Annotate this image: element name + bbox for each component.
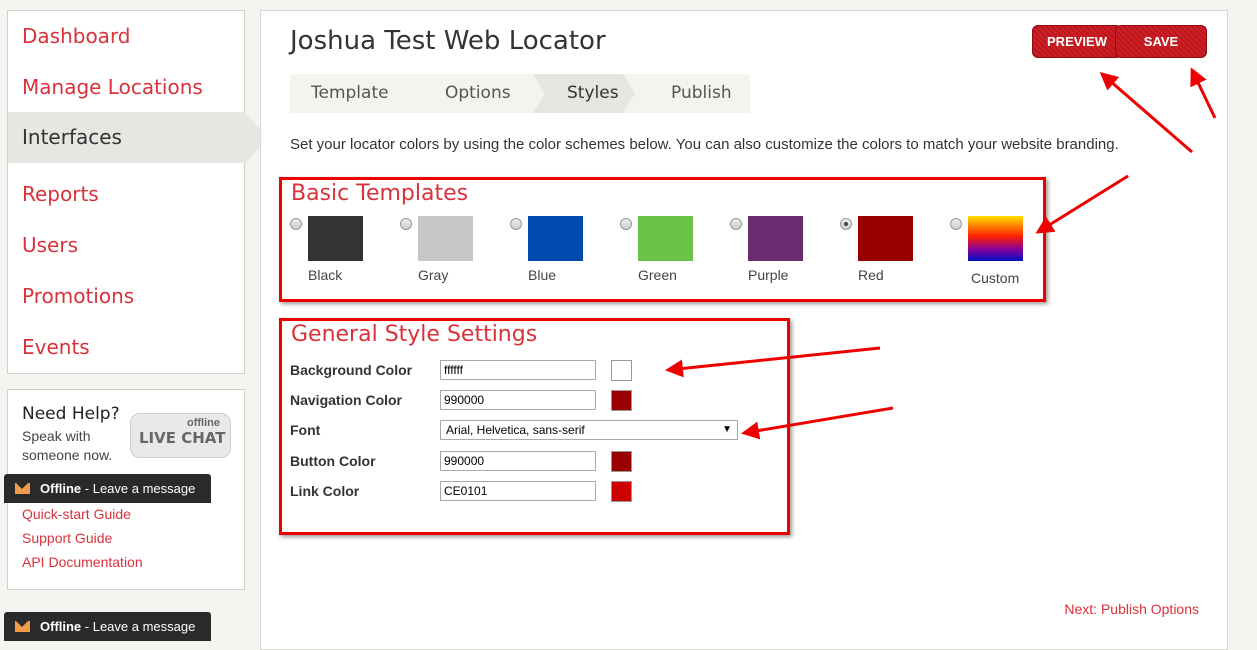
help-subtitle: Speak with someone now. <box>22 428 113 463</box>
radio[interactable] <box>620 218 632 230</box>
template-label: Gray <box>418 267 449 283</box>
swatch <box>968 216 1023 261</box>
radio[interactable] <box>510 218 522 230</box>
sidebar-item-interfaces[interactable]: Interfaces <box>8 112 269 164</box>
main-panel: Joshua Test Web Locator PREVIEW SAVE Tem… <box>260 10 1228 650</box>
font-select[interactable]: Arial, Helvetica, sans-serif ▼ <box>440 420 738 440</box>
step-template[interactable]: Template <box>311 74 389 113</box>
offline-status: Offline <box>40 619 82 634</box>
chat-label: LIVE CHAT <box>139 429 226 447</box>
sidebar-item-users[interactable]: Users <box>8 220 244 271</box>
sidebar-item-reports[interactable]: Reports <box>8 169 244 220</box>
api-documentation-link[interactable]: API Documentation <box>22 554 143 570</box>
label: Background Color <box>290 362 413 378</box>
save-button[interactable]: SAVE <box>1115 25 1207 58</box>
link-color-input[interactable] <box>440 481 596 501</box>
offline-status: Offline <box>40 481 82 496</box>
sidebar-item-events[interactable]: Events <box>8 322 244 373</box>
step-publish[interactable]: Publish <box>671 74 732 113</box>
preview-button[interactable]: PREVIEW <box>1032 25 1122 58</box>
label: Link Color <box>290 483 360 499</box>
button-color-input[interactable] <box>440 451 596 471</box>
step-options[interactable]: Options <box>445 74 511 113</box>
swatch <box>858 216 913 261</box>
radio[interactable] <box>730 218 742 230</box>
live-chat-button[interactable]: offline LIVE CHAT <box>130 413 231 458</box>
color-swatch[interactable] <box>611 481 632 502</box>
template-label: Purple <box>748 267 789 283</box>
template-label: Custom <box>971 270 1020 286</box>
sidebar-nav: Dashboard Manage Locations Interfaces Re… <box>7 10 269 374</box>
basic-templates-section: Basic Templates Black Gray Blue Green Pu… <box>279 177 1046 302</box>
general-style-settings-section: General Style Settings Background Color … <box>279 318 790 535</box>
template-label: Blue <box>528 267 557 283</box>
label: Button Color <box>290 453 376 469</box>
radio[interactable] <box>290 218 302 230</box>
general-style-title: General Style Settings <box>291 322 538 347</box>
radio[interactable] <box>950 218 962 230</box>
sidebar-item-promotions[interactable]: Promotions <box>8 271 244 322</box>
swatch <box>418 216 473 261</box>
dropdown-arrow-icon: ▼ <box>722 424 732 435</box>
envelope-icon <box>15 483 30 494</box>
color-swatch[interactable] <box>611 360 632 381</box>
radio-selected[interactable] <box>840 218 852 230</box>
step-styles[interactable]: Styles <box>533 74 635 113</box>
template-label: Black <box>308 267 343 283</box>
swatch <box>638 216 693 261</box>
background-color-input[interactable] <box>440 360 596 380</box>
swatch <box>748 216 803 261</box>
label: Navigation Color <box>290 392 403 408</box>
intro-text: Set your locator colors by using the col… <box>290 136 1119 153</box>
quick-start-guide-link[interactable]: Quick-start Guide <box>22 506 131 522</box>
radio[interactable] <box>400 218 412 230</box>
sidebar-item-manage-locations[interactable]: Manage Locations <box>8 62 244 113</box>
basic-templates-title: Basic Templates <box>291 181 469 206</box>
font-value: Arial, Helvetica, sans-serif <box>446 423 585 437</box>
color-swatch[interactable] <box>611 390 632 411</box>
sidebar-item-dashboard[interactable]: Dashboard <box>8 11 244 62</box>
chat-status: offline <box>187 417 220 429</box>
template-label: Green <box>638 267 677 283</box>
label: Font <box>290 422 321 438</box>
navigation-color-input[interactable] <box>440 390 596 410</box>
next-publish-options-link[interactable]: Next: Publish Options <box>1064 601 1199 617</box>
swatch <box>308 216 363 261</box>
swatch <box>528 216 583 261</box>
offline-message: - Leave a message <box>81 481 196 496</box>
support-guide-link[interactable]: Support Guide <box>22 530 112 546</box>
template-label: Red <box>858 267 884 283</box>
page-title: Joshua Test Web Locator <box>290 26 606 56</box>
offline-message-bar[interactable]: Offline - Leave a message <box>4 474 211 503</box>
offline-message-bar-2[interactable]: Offline - Leave a message <box>4 612 211 641</box>
wizard-steps: Template Options Styles Publish <box>290 74 750 113</box>
offline-message: - Leave a message <box>81 619 196 634</box>
envelope-icon <box>15 621 30 632</box>
color-swatch[interactable] <box>611 451 632 472</box>
help-title: Need Help? <box>22 404 120 424</box>
